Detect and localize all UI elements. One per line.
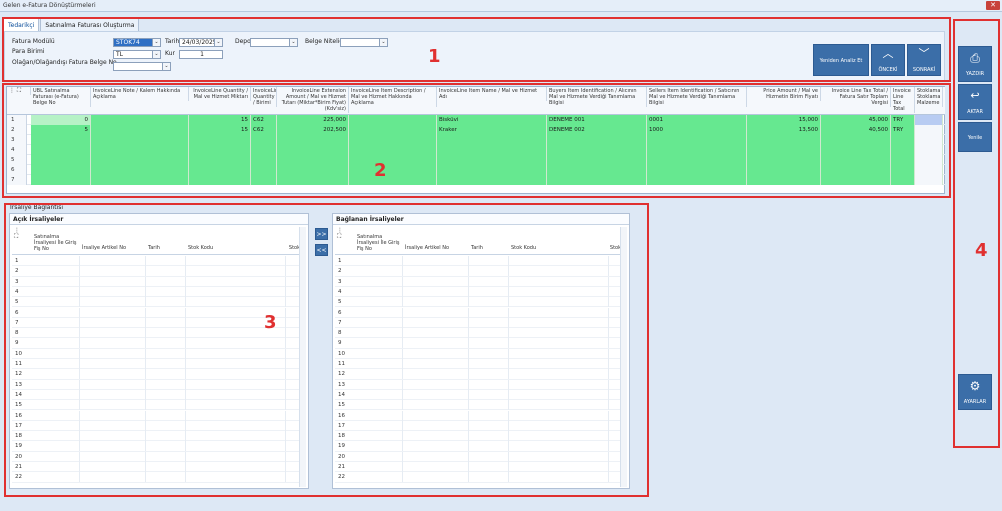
close-button[interactable]: ✕ bbox=[986, 1, 1000, 10]
title-bar: Gelen e-Fatura Dönüştürmeleri ✕ bbox=[0, 0, 1002, 12]
annotation-number-1: 1 bbox=[428, 46, 441, 67]
annotation-box-1 bbox=[2, 17, 951, 82]
window-title: Gelen e-Fatura Dönüştürmeleri bbox=[3, 2, 96, 9]
annotation-box-4 bbox=[953, 19, 1000, 448]
annotation-number-4: 4 bbox=[975, 240, 988, 261]
annotation-number-3: 3 bbox=[264, 312, 277, 333]
annotation-number-2: 2 bbox=[374, 160, 387, 181]
annotation-box-3 bbox=[4, 203, 649, 497]
annotation-box-2 bbox=[2, 83, 951, 198]
